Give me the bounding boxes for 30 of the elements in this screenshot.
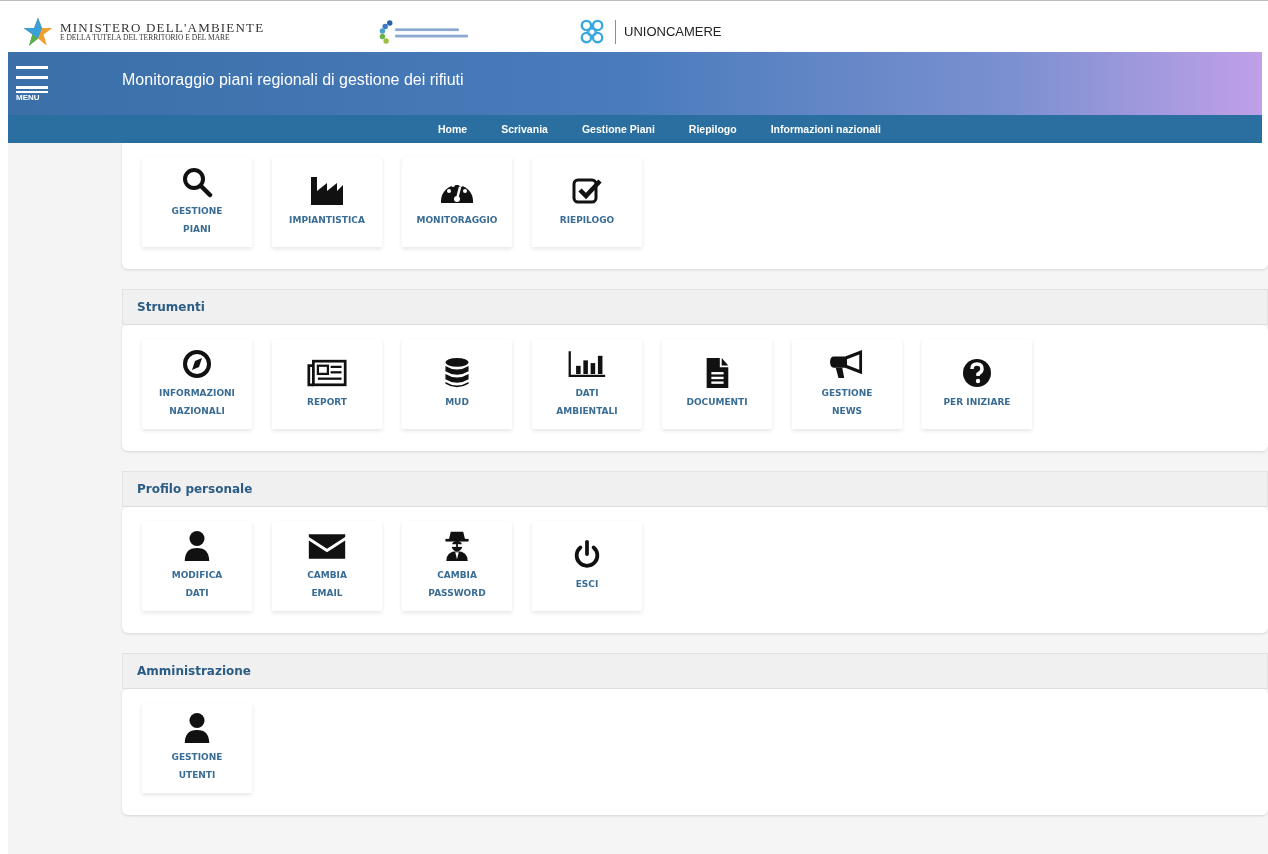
tile-button[interactable]: CAMBIA PASSWORD xyxy=(402,521,512,611)
tile-button[interactable]: MONITORAGGIO xyxy=(402,157,512,247)
tile-button[interactable]: CAMBIA EMAIL xyxy=(272,521,382,611)
tile-button[interactable]: IMPIANTISTICA xyxy=(272,157,382,247)
tile-button[interactable]: RIEPILOGO xyxy=(532,157,642,247)
menu-button[interactable]: MENU xyxy=(12,65,52,102)
section-title: Strumenti xyxy=(137,300,205,314)
ministry-name: MINISTERO DELL'AMBIENTE xyxy=(60,21,265,35)
tile-button[interactable]: MODIFICA DATI xyxy=(142,521,252,611)
tile-button[interactable]: PER INIZIARE xyxy=(922,339,1032,429)
tile-button[interactable]: REPORT xyxy=(272,339,382,429)
nav-link[interactable]: Scrivania xyxy=(501,123,548,135)
tile-button[interactable]: GESTIONE UTENTI xyxy=(142,703,252,793)
partner-name: UNIONCAMERE xyxy=(624,24,722,39)
tile-button[interactable]: INFORMAZIONI NAZIONALI xyxy=(142,339,252,429)
tile-button[interactable]: GESTIONE NEWS xyxy=(792,339,902,429)
tile-button[interactable]: DATI AMBIENTALI xyxy=(532,339,642,429)
tile-button[interactable]: MUD xyxy=(402,339,512,429)
nav-link[interactable]: Riepilogo xyxy=(688,123,737,135)
nav-link[interactable]: Informazioni nazionali xyxy=(770,123,881,135)
tile-button[interactable]: ESCI xyxy=(532,521,642,611)
newspaper-icon xyxy=(307,357,347,389)
bar-chart-icon xyxy=(567,348,607,380)
tile-button[interactable]: DOCUMENTI xyxy=(662,339,772,429)
section-title: Profilo personale xyxy=(137,482,253,496)
nav-link[interactable]: Gestione Piani xyxy=(581,123,655,135)
section-title: Amministrazione xyxy=(137,664,251,678)
nav-link[interactable]: Home xyxy=(438,123,468,135)
app-title: Monitoraggio piani regionali di gestione dei rifiuti xyxy=(122,70,464,89)
tile-button[interactable]: GESTIONE PIANI xyxy=(142,157,252,247)
